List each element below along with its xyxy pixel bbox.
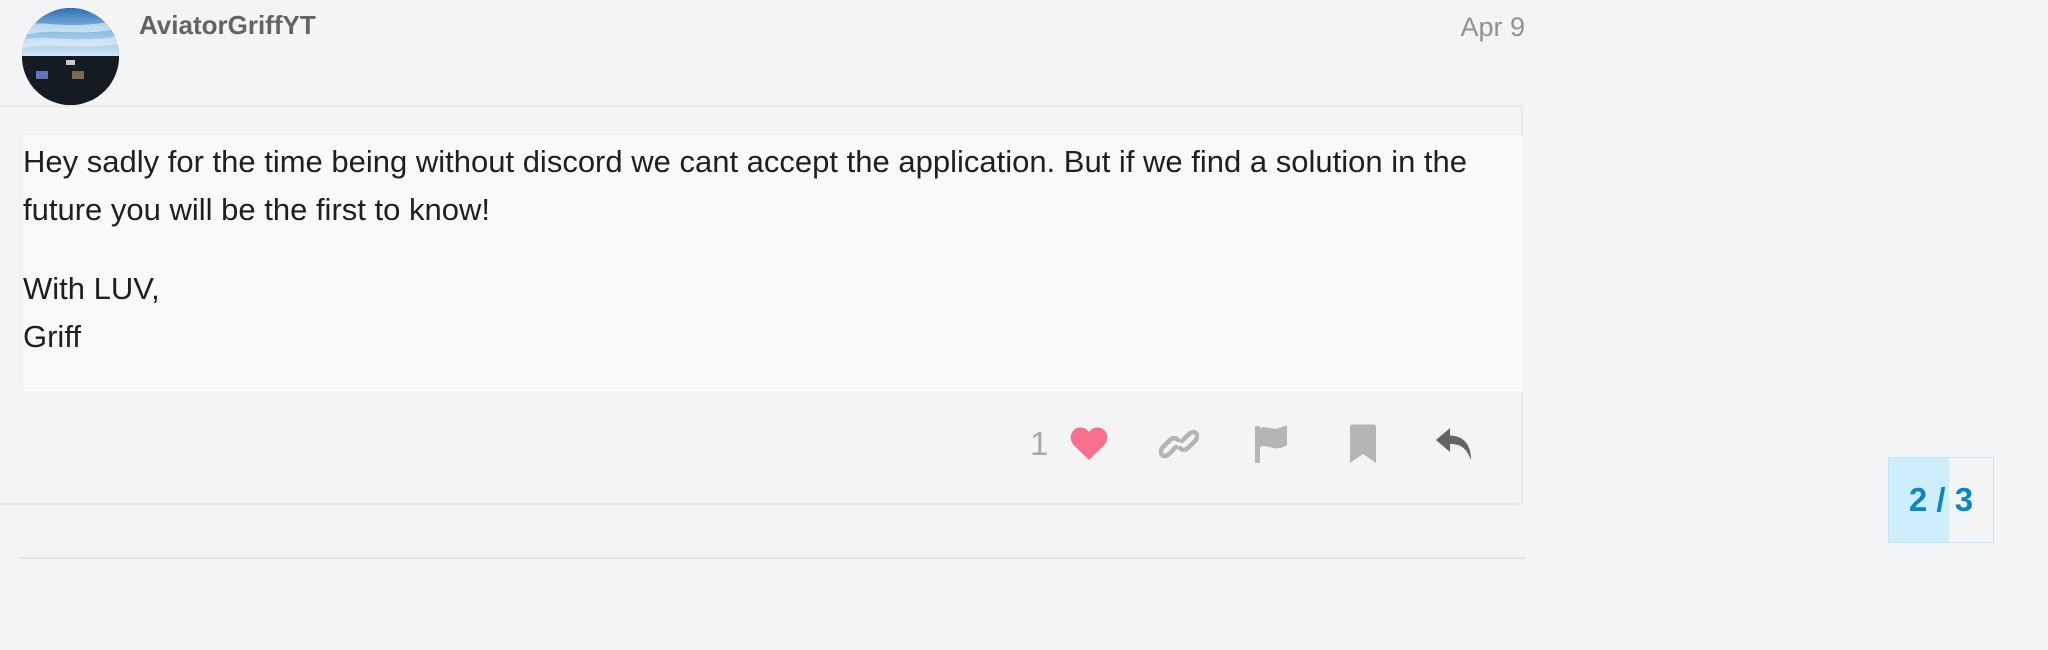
flag-button[interactable] [1248,421,1294,467]
like-button[interactable] [1066,421,1112,467]
signature-line: Griff [23,319,81,354]
signoff-line: With LUV, [23,271,160,306]
bookmark-icon [1350,424,1376,463]
reply-button[interactable] [1432,421,1478,467]
avatar[interactable] [22,8,119,105]
post-separator [21,557,1526,559]
bookmark-button[interactable] [1340,421,1386,467]
post-paragraph: Hey sadly for the time being without dis… [23,144,1468,227]
post-body: Hey sadly for the time being without dis… [23,135,1523,391]
heart-icon [1070,427,1108,460]
post-username[interactable]: AviatorGriffYT [139,10,316,40]
like-count[interactable]: 1 [1030,425,1068,463]
timeline-progress-label: 2 / 3 [1908,481,1974,518]
post-date[interactable]: Apr 9 [1460,12,1525,42]
link-icon [1159,429,1199,459]
post-card: Hey sadly for the time being without dis… [0,105,1523,505]
flag-icon [1255,425,1287,463]
post-actions: 1 [1018,419,1478,469]
share-link-button[interactable] [1156,421,1202,467]
avatar-image [22,8,119,105]
post-signoff: With LUV, Griff [23,265,1523,361]
reply-icon [1436,428,1471,460]
timeline-progress[interactable]: 2 / 3 [1888,457,1994,543]
